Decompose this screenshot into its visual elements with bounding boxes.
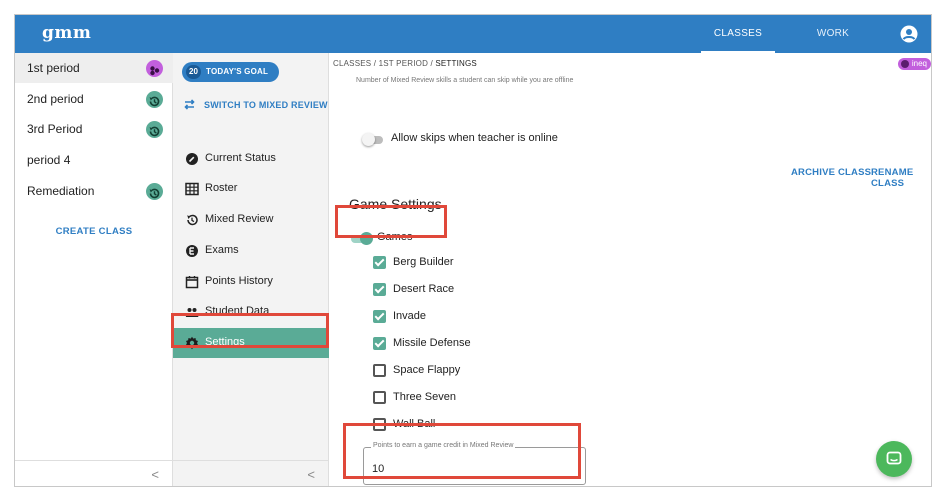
- class-item-label: 2nd period: [27, 92, 84, 106]
- archive-class-button[interactable]: ARCHIVE CLASS: [791, 167, 871, 178]
- class-dots-icon: [900, 60, 909, 68]
- game-label: Berg Builder: [393, 256, 454, 268]
- class-item-remediation[interactable]: Remediation: [15, 176, 173, 206]
- nav-tab-work[interactable]: WORK: [807, 15, 859, 53]
- class-chip[interactable]: ineq: [897, 58, 931, 70]
- collapse-class-sidebar-button[interactable]: <: [15, 460, 173, 486]
- menu-item-label: Current Status: [205, 152, 276, 164]
- calendar-icon: [185, 276, 199, 289]
- switch-label: SWITCH TO MIXED REVIEW: [204, 100, 328, 110]
- games-toggle-label: Games: [377, 231, 413, 243]
- todays-goal-button[interactable]: 20 TODAY'S GOAL: [182, 62, 279, 82]
- breadcrumb-current-page: SETTINGS: [435, 59, 477, 68]
- history-icon: [146, 91, 163, 108]
- gauge-icon: [186, 153, 198, 165]
- history-icon: [146, 121, 163, 138]
- checkbox-unchecked[interactable]: [373, 418, 386, 431]
- toggle-knob: [362, 133, 375, 146]
- account-circle-icon[interactable]: [900, 25, 918, 43]
- chat-icon: [886, 451, 902, 465]
- app-logo[interactable]: gmm: [42, 23, 91, 43]
- class-item-label: Remediation: [27, 184, 95, 198]
- chevron-left-icon: <: [151, 467, 159, 482]
- menu-item-points-history[interactable]: Points History: [173, 267, 329, 297]
- game-label: Invade: [393, 310, 427, 322]
- menu-item-label: Roster: [205, 182, 238, 194]
- menu-item-student-data[interactable]: Student Data: [173, 297, 329, 327]
- menu-item-label: Points History: [205, 275, 273, 287]
- skips-help-text: Number of Mixed Review skills a student …: [356, 77, 574, 84]
- checkbox-checked[interactable]: [373, 337, 386, 350]
- game-label: Desert Race: [393, 283, 455, 295]
- games-toggle[interactable]: [351, 232, 373, 245]
- field-value[interactable]: 10: [372, 463, 384, 475]
- class-item-period-4[interactable]: period 4: [15, 145, 173, 175]
- breadcrumb-separator: /: [373, 59, 377, 68]
- switch-to-mixed-review-button[interactable]: SWITCH TO MIXED REVIEW: [182, 95, 329, 115]
- class-item-label: period 4: [27, 153, 71, 167]
- collapse-menu-button[interactable]: <: [173, 460, 329, 486]
- menu-item-roster[interactable]: Roster: [173, 174, 329, 204]
- menu-item-label: Mixed Review: [205, 213, 274, 225]
- game-settings-title: Game Settings: [349, 196, 442, 212]
- people-icon: [185, 308, 199, 317]
- game-label: Missile Defense: [393, 337, 471, 349]
- menu-item-label: Student Data: [205, 305, 270, 317]
- goal-count-badge: 20: [186, 65, 201, 79]
- checkbox-checked[interactable]: [373, 256, 386, 269]
- toggle-knob: [360, 232, 373, 245]
- allow-skips-label: Allow skips when teacher is online: [391, 132, 558, 144]
- nav-tab-classes[interactable]: CLASSES: [701, 15, 775, 53]
- game-label: Three Seven: [393, 391, 456, 403]
- top-bar: gmm CLASSES WORK: [15, 15, 931, 53]
- class-item-label: 3rd Period: [27, 122, 83, 136]
- swap-icon: [184, 99, 195, 110]
- allow-skips-toggle[interactable]: [362, 133, 383, 146]
- goal-label: TODAY'S GOAL: [206, 67, 269, 76]
- class-item-label: 1st period: [27, 61, 80, 75]
- history-icon: [187, 214, 198, 226]
- breadcrumb-class[interactable]: 1ST PERIOD: [379, 59, 428, 68]
- history-icon: [146, 183, 163, 200]
- checkbox-unchecked[interactable]: [373, 364, 386, 377]
- breadcrumb-classes[interactable]: CLASSES: [333, 59, 371, 68]
- breadcrumb: CLASSES / 1ST PERIOD / SETTINGS: [333, 59, 477, 68]
- menu-item-label: Settings: [205, 336, 245, 348]
- checkbox-unchecked[interactable]: [373, 391, 386, 404]
- class-item-1st-period[interactable]: 1st period: [15, 53, 173, 83]
- create-class-button[interactable]: CREATE CLASS: [15, 226, 173, 237]
- class-chip-label: ineq: [911, 59, 927, 68]
- settings-panel: CLASSES / 1ST PERIOD / SETTINGS ineq Num…: [329, 53, 931, 486]
- menu-item-current-status[interactable]: Current Status: [173, 144, 329, 174]
- menu-item-settings[interactable]: Settings: [173, 328, 329, 358]
- class-item-3rd-period[interactable]: 3rd Period: [15, 114, 173, 144]
- field-label: Points to earn a game credit in Mixed Re…: [371, 442, 516, 449]
- points-per-game-credit-field[interactable]: Points to earn a game credit in Mixed Re…: [363, 442, 586, 485]
- class-dots-icon: [146, 60, 163, 77]
- class-sidebar: 1st period 2nd period 3rd Period period …: [15, 53, 173, 486]
- chat-button[interactable]: [876, 441, 912, 477]
- checkbox-checked[interactable]: [373, 283, 386, 296]
- class-menu: 20 TODAY'S GOAL SWITCH TO MIXED REVIEW C…: [173, 53, 329, 486]
- chevron-left-icon: <: [307, 467, 315, 482]
- checkbox-checked[interactable]: [373, 310, 386, 323]
- grid-icon: [185, 182, 199, 196]
- gear-icon: [186, 336, 198, 350]
- class-item-2nd-period[interactable]: 2nd period: [15, 84, 173, 114]
- exam-icon: [186, 245, 198, 257]
- app-frame: gmm CLASSES WORK 1st period 2nd period 3…: [14, 14, 932, 487]
- game-label: Wall Ball: [393, 418, 436, 430]
- menu-item-label: Exams: [205, 244, 239, 256]
- rename-class-button[interactable]: RENAME CLASS: [871, 167, 931, 189]
- breadcrumb-separator: /: [430, 59, 433, 68]
- game-label: Space Flappy: [393, 364, 461, 376]
- menu-item-mixed-review[interactable]: Mixed Review: [173, 205, 329, 235]
- menu-item-exams[interactable]: Exams: [173, 236, 329, 266]
